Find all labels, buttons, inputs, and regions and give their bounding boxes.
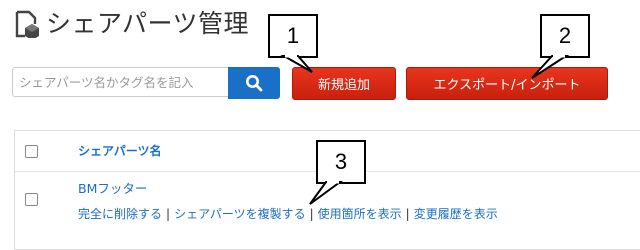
callout-3-tail bbox=[309, 180, 344, 205]
